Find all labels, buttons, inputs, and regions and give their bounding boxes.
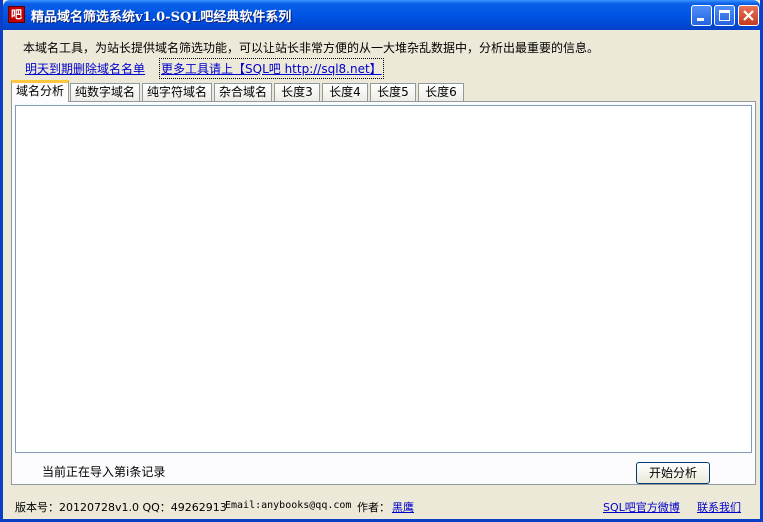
expired-domains-link[interactable]: 明天到期删除域名名单 (25, 60, 145, 77)
tab-domain-analysis[interactable]: 域名分析 (11, 80, 69, 102)
app-window: 吧 精品域名筛选系统v1.0-SQL吧经典软件系列 本域名工具，为站长提供域名筛… (0, 0, 763, 522)
minimize-icon (697, 18, 704, 21)
tab-length-5[interactable]: 长度5 (370, 83, 416, 102)
author-link[interactable]: 黑鹰 (392, 499, 414, 515)
close-icon (743, 10, 754, 21)
tab-numeric-domains[interactable]: 纯数字域名 (70, 83, 140, 102)
close-button[interactable] (738, 5, 759, 26)
domain-input-area[interactable] (15, 105, 752, 453)
import-status: 当前正在导入第i条记录 (42, 465, 166, 479)
more-tools-link[interactable]: 更多工具请上【SQL吧 http://sql8.net】 (159, 58, 384, 79)
weibo-link[interactable]: SQL吧官方微博 (603, 499, 680, 515)
tab-length-6[interactable]: 长度6 (418, 83, 464, 102)
title-bar[interactable]: 吧 精品域名筛选系统v1.0-SQL吧经典软件系列 (3, 0, 760, 30)
contact-link[interactable]: 联系我们 (697, 499, 741, 515)
tab-length-4[interactable]: 长度4 (322, 83, 368, 102)
version-info: 版本号：20120728v1.0 QQ：49262913 (15, 501, 227, 514)
author-label: 作者： (357, 501, 390, 514)
tab-panel: 当前正在导入第i条记录 开始分析 (11, 101, 756, 485)
tab-alpha-domains[interactable]: 纯字符域名 (142, 83, 212, 102)
maximize-button[interactable] (714, 5, 735, 26)
minimize-button[interactable] (691, 5, 712, 26)
maximize-icon (719, 10, 730, 21)
email-info: Email:anybooks@qq.com (225, 500, 352, 511)
app-icon: 吧 (8, 6, 25, 23)
window-title: 精品域名筛选系统v1.0-SQL吧经典软件系列 (31, 10, 292, 25)
tool-description: 本域名工具，为站长提供域名筛选功能，可以让站长非常方便的从一大堆杂乱数据中，分析… (23, 41, 600, 55)
tab-mixed-domains[interactable]: 杂合域名 (214, 83, 272, 102)
tab-length-3[interactable]: 长度3 (274, 83, 320, 102)
start-analysis-button[interactable]: 开始分析 (636, 462, 710, 484)
